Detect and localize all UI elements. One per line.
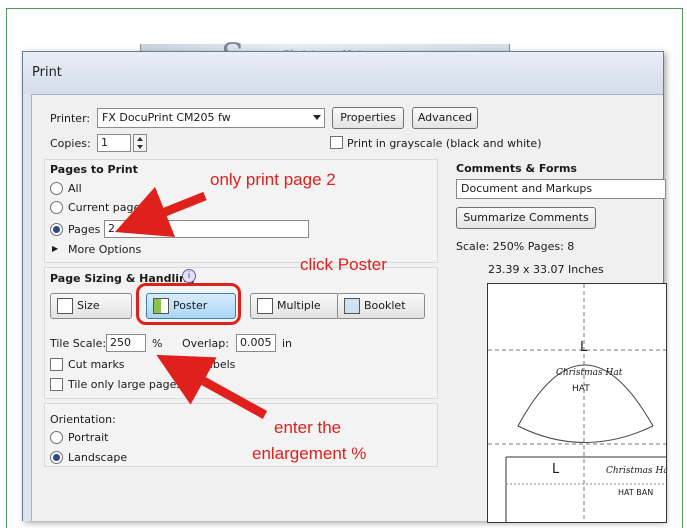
arrow-to-pages-input	[114, 186, 207, 238]
annotation-enter-line2: enlargement %	[252, 444, 367, 463]
poster-highlight-box	[136, 283, 241, 325]
annotation-enter-line1: enter the	[274, 418, 342, 437]
annotation-click-poster: click Poster	[300, 255, 387, 274]
arrow-to-tile-scale	[156, 354, 268, 419]
annotation-only-print: only print page 2	[210, 170, 336, 189]
